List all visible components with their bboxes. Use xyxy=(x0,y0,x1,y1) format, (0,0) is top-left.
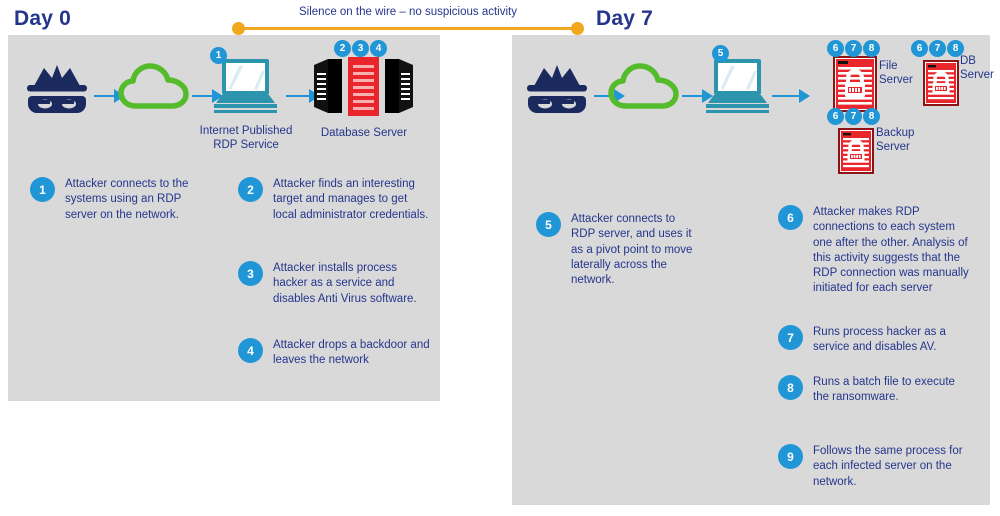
badge-backup-6: 6 xyxy=(827,108,844,125)
step-9: 9 Follows the same process for each infe… xyxy=(778,444,974,490)
cloud-icon-day7 xyxy=(608,62,680,110)
cloud-icon xyxy=(118,62,190,110)
badge-file-6: 6 xyxy=(827,40,844,57)
timeline-label: Silence on the wire – no suspicious acti… xyxy=(299,6,517,18)
step-7: 7 Runs process hacker as a service and d… xyxy=(778,325,974,356)
database-server-caption: Database Server xyxy=(320,127,408,139)
badge-day0-db-2: 2 xyxy=(334,40,351,57)
database-server-icon xyxy=(312,57,416,119)
timeline xyxy=(232,22,584,36)
day0-title: Day 0 xyxy=(14,7,72,30)
diagram-canvas: Day 0 Day 7 Silence on the wire – no sus… xyxy=(0,0,1000,516)
attacker-mask-icon-day7 xyxy=(524,60,590,115)
step-9-number: 9 xyxy=(778,444,803,469)
step-1-number: 1 xyxy=(30,177,55,202)
step-2: 2 Attacker finds an interesting target a… xyxy=(238,177,433,223)
db-server-icon xyxy=(923,60,959,106)
backup-server-caption: Backup Server xyxy=(876,127,915,154)
file-server-icon xyxy=(833,56,877,112)
backup-server-icon xyxy=(838,128,874,174)
rdp-laptop-icon-day7 xyxy=(704,57,772,115)
step-5-text: Attacker connects to RDP server, and use… xyxy=(571,213,693,287)
step-4-number: 4 xyxy=(238,338,263,363)
step-2-number: 2 xyxy=(238,177,263,202)
step-7-number: 7 xyxy=(778,325,803,350)
badge-db-7: 7 xyxy=(929,40,946,57)
arrow-laptop-to-targets xyxy=(772,89,812,103)
step-6-number: 6 xyxy=(778,205,803,230)
step-5: 5 Attacker connects to RDP server, and u… xyxy=(536,212,696,288)
step-4-text: Attacker drops a backdoor and leaves the… xyxy=(273,339,430,367)
badge-day0-db-3: 3 xyxy=(352,40,369,57)
step-5-number: 5 xyxy=(536,212,561,237)
step-8-text: Runs a batch file to execute the ransomw… xyxy=(813,376,955,404)
step-3-number: 3 xyxy=(238,261,263,286)
timeline-line xyxy=(240,27,576,30)
step-4: 4 Attacker drops a backdoor and leaves t… xyxy=(238,338,433,369)
step-7-text: Runs process hacker as a service and dis… xyxy=(813,326,946,354)
rdp-laptop-icon xyxy=(212,57,280,115)
badge-day7-laptop: 5 xyxy=(712,45,729,62)
badge-file-7: 7 xyxy=(845,40,862,57)
timeline-end-dot xyxy=(571,22,584,35)
badge-file-8: 8 xyxy=(863,40,880,57)
step-3: 3 Attacker installs process hacker as a … xyxy=(238,261,433,307)
step-6-text: Attacker makes RDP connections to each s… xyxy=(813,206,969,295)
badge-day0-laptop: 1 xyxy=(210,47,227,64)
step-8: 8 Runs a batch file to execute the ranso… xyxy=(778,375,974,406)
badge-db-6: 6 xyxy=(911,40,928,57)
step-3-text: Attacker installs process hacker as a se… xyxy=(273,262,417,305)
rdp-laptop-caption: Internet Published RDP Service xyxy=(199,125,293,152)
step-1: 1 Attacker connects to the systems using… xyxy=(30,177,210,223)
step-1-text: Attacker connects to the systems using a… xyxy=(65,178,189,221)
badge-backup-8: 8 xyxy=(863,108,880,125)
attacker-mask-icon xyxy=(24,60,90,115)
db-server-caption: DB Server xyxy=(960,55,994,82)
step-2-text: Attacker finds an interesting target and… xyxy=(273,178,429,221)
step-6: 6 Attacker makes RDP connections to each… xyxy=(778,205,974,297)
step-9-text: Follows the same process for each infect… xyxy=(813,445,963,488)
step-8-number: 8 xyxy=(778,375,803,400)
badge-day0-db-4: 4 xyxy=(370,40,387,57)
badge-backup-7: 7 xyxy=(845,108,862,125)
timeline-start-dot xyxy=(232,22,245,35)
day7-title: Day 7 xyxy=(596,7,654,30)
